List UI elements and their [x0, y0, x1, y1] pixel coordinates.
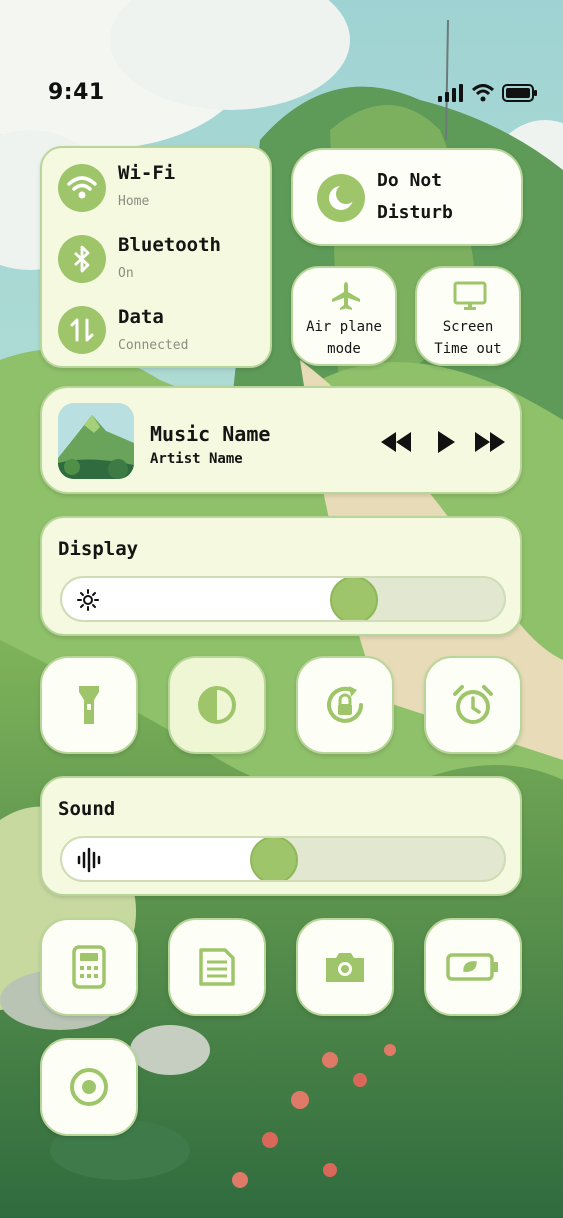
calculator-button[interactable]	[40, 918, 138, 1016]
brightness-knob[interactable]	[330, 578, 378, 620]
airplane-icon	[332, 282, 360, 310]
battery-status-icon	[502, 84, 537, 102]
record-icon	[70, 1068, 108, 1106]
screen-timeout-button[interactable]: Screen Time out	[415, 266, 521, 366]
brightness-icon	[77, 589, 99, 611]
wifi-label: Wi-Fi	[118, 162, 176, 184]
status-time: 9:41	[48, 80, 105, 105]
dnd-label-line2: Disturb	[377, 202, 453, 223]
wifi-icon	[67, 176, 97, 199]
notes-icon	[199, 948, 235, 986]
flashlight-icon	[79, 686, 99, 724]
bluetooth-icon	[74, 245, 90, 273]
wifi-status: Home	[118, 194, 150, 209]
airplane-label-line2: mode	[327, 341, 361, 357]
music-player-card: Music Name Artist Name	[40, 386, 522, 494]
brightness-fill	[62, 578, 354, 620]
bluetooth-label: Bluetooth	[118, 234, 221, 256]
battery-saver-button[interactable]	[424, 918, 522, 1016]
cellular-signal-icon	[438, 84, 463, 102]
connectivity-card: Wi-Fi Home Bluetooth On Data Connected	[40, 146, 272, 368]
music-title: Music Name	[150, 422, 271, 446]
bluetooth-status: On	[118, 266, 134, 281]
alarm-icon	[453, 685, 493, 724]
airplane-label-line1: Air plane	[306, 319, 382, 335]
data-label: Data	[118, 306, 164, 328]
status-icons	[438, 84, 538, 102]
data-status: Connected	[118, 338, 189, 353]
screen-record-button[interactable]	[40, 1038, 138, 1136]
screen-timeout-label-line1: Screen	[442, 319, 494, 335]
sound-label: Sound	[58, 798, 116, 820]
moon-icon-wrap	[317, 174, 365, 222]
music-artist: Artist Name	[150, 451, 243, 467]
contrast-button[interactable]	[168, 656, 266, 754]
bluetooth-toggle[interactable]	[58, 235, 106, 283]
wifi-toggle[interactable]	[58, 164, 106, 212]
camera-icon	[326, 953, 364, 982]
rotation-lock-button[interactable]	[296, 656, 394, 754]
album-art[interactable]	[58, 403, 134, 479]
monitor-icon	[453, 281, 487, 310]
rotation-lock-icon	[327, 686, 363, 723]
do-not-disturb-button[interactable]: Do Not Disturb	[291, 148, 523, 246]
screen-timeout-label-line2: Time out	[434, 341, 502, 357]
volume-knob[interactable]	[250, 838, 298, 880]
rewind-icon[interactable]	[380, 432, 412, 452]
contrast-icon	[198, 686, 236, 724]
dnd-label-line1: Do Not	[377, 170, 443, 191]
mobile-data-icon	[70, 318, 94, 342]
alarm-button[interactable]	[424, 656, 522, 754]
volume-slider[interactable]	[60, 836, 506, 882]
wifi-status-icon	[472, 84, 494, 102]
moon-icon	[329, 184, 356, 210]
flashlight-button[interactable]	[40, 656, 138, 754]
airplane-mode-button[interactable]: Air plane mode	[291, 266, 397, 366]
brightness-slider[interactable]	[60, 576, 506, 622]
display-label: Display	[58, 538, 139, 560]
data-toggle[interactable]	[58, 306, 106, 354]
display-card: Display	[40, 516, 522, 636]
calculator-icon	[72, 945, 106, 989]
sound-wave-icon	[77, 847, 101, 873]
fast-forward-icon[interactable]	[474, 432, 506, 452]
play-icon[interactable]	[436, 430, 456, 454]
sound-card: Sound	[40, 776, 522, 896]
notes-button[interactable]	[168, 918, 266, 1016]
battery-icon	[446, 953, 498, 981]
camera-button[interactable]	[296, 918, 394, 1016]
